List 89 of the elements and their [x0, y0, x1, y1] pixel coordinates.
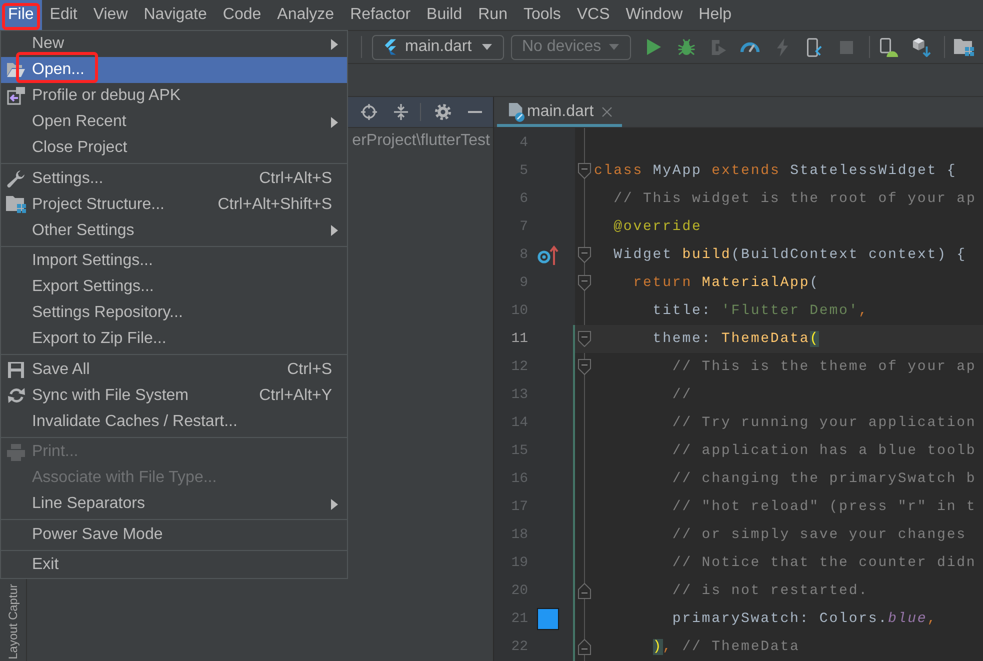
open-folder-icon — [7, 62, 25, 78]
code-line: theme: ThemeData( — [652, 330, 820, 349]
menu-item[interactable]: Save All Ctrl+S — [1, 356, 347, 382]
menu-bar-item[interactable]: File — [0, 0, 42, 30]
menu-item[interactable]: Profile or debug APK — [1, 83, 347, 109]
fold-marker-icon[interactable] — [578, 163, 591, 179]
code-line: title: 'Flutter Demo', — [652, 302, 868, 321]
code-line: // is not restarted. — [672, 582, 868, 601]
code-line: // This widget is the root of your ap — [614, 190, 976, 209]
wrench-icon — [7, 170, 25, 188]
menu-bar-item[interactable]: Help — [690, 0, 740, 30]
code-line: class MyApp extends StatelessWidget { — [594, 162, 957, 181]
menu-bar-item[interactable]: VCS — [568, 0, 618, 30]
menu-item[interactable]: Power Save Mode — [1, 522, 347, 548]
menu-bar-item[interactable]: Navigate — [136, 0, 215, 30]
document-badge-icon — [508, 102, 525, 122]
menu-item[interactable]: Export Settings... — [1, 274, 347, 300]
printer-icon — [7, 444, 25, 460]
project-path: erProject\flutterTest — [352, 132, 490, 150]
shortcut-label: Ctrl+Alt+Shift+S — [218, 196, 332, 214]
code-editor[interactable] — [494, 128, 983, 661]
menu-item[interactable]: Open Recent — [1, 109, 347, 135]
shortcut-label: Ctrl+S — [287, 360, 332, 378]
code-line: primarySwatch: Colors.blue, — [672, 610, 938, 629]
crosshair-icon[interactable] — [361, 104, 377, 120]
menu-item[interactable]: Line Separators — [1, 491, 347, 517]
menu-item[interactable]: Other Settings — [1, 218, 347, 244]
code-line: // Notice that the counter didn — [672, 554, 976, 573]
folder-grid-icon[interactable] — [954, 38, 974, 56]
gauge-icon[interactable] — [740, 42, 760, 52]
menu-item[interactable]: Open... — [1, 57, 347, 83]
menu-bar-item[interactable]: Edit — [42, 0, 86, 30]
fold-marker-icon[interactable] — [578, 275, 591, 291]
menu-bar-item[interactable]: Code — [214, 0, 270, 30]
menu-bar-item[interactable]: View — [85, 0, 136, 30]
menu-item[interactable]: New — [1, 31, 347, 57]
menu-item[interactable]: Settings Repository... — [1, 300, 347, 326]
caret-icon — [609, 44, 619, 50]
code-line: @override — [614, 218, 702, 237]
code-line: // "hot reload" (press "r" in t — [672, 498, 976, 517]
code-line: ), // ThemeData — [652, 638, 800, 657]
code-line: // Try running your application — [672, 414, 976, 433]
play-icon[interactable] — [647, 39, 661, 55]
fold-marker-icon[interactable] — [578, 639, 591, 655]
menu-item[interactable]: Project Structure... Ctrl+Alt+Shift+S — [1, 192, 347, 218]
menu-bar-item[interactable]: Analyze — [269, 0, 342, 30]
collapse-arrows-icon[interactable] — [394, 104, 408, 120]
shortcut-label: Ctrl+Alt+S — [259, 170, 332, 188]
menu-bar-item[interactable]: Run — [470, 0, 516, 30]
code-line: return MaterialApp( — [633, 274, 820, 293]
line-number: 11 — [510, 331, 529, 347]
phone-chevron-icon[interactable] — [806, 38, 822, 56]
menu-bar-item[interactable]: Tools — [515, 0, 569, 30]
shortcut-label: Ctrl+Alt+Y — [259, 386, 332, 404]
menu-bar-item[interactable]: Build — [418, 0, 470, 30]
code-line: Widget build(BuildContext context) { — [614, 246, 966, 265]
fold-marker-icon[interactable] — [578, 331, 591, 347]
tool-window-tab[interactable]: Layout Captur — [6, 582, 20, 660]
fold-marker-icon[interactable] — [578, 359, 591, 375]
menu-item[interactable]: Sync with File System Ctrl+Alt+Y — [1, 382, 347, 408]
folder-grid-icon — [6, 196, 26, 213]
code-line: // or simply save your changes — [672, 526, 966, 545]
menu-item[interactable]: Settings... Ctrl+Alt+S — [1, 166, 347, 192]
menu-item[interactable]: Close Project — [1, 135, 347, 161]
menu-bar-item[interactable]: Window — [618, 0, 691, 30]
window-arrow-icon — [7, 87, 25, 105]
close-icon[interactable] — [602, 107, 612, 117]
circle-up-arrow-icon[interactable] — [537, 245, 559, 265]
run-config-dropdown[interactable]: main.dart — [372, 34, 504, 60]
code-line: // application has a blue toolb — [672, 442, 976, 461]
chevron-logo-icon — [384, 39, 396, 55]
fold-marker-icon[interactable] — [578, 583, 591, 599]
menu-item[interactable]: Export to Zip File... — [1, 326, 347, 352]
refresh-icon — [8, 387, 24, 404]
menu-bar-item[interactable]: Refactor — [342, 0, 419, 30]
code-line: // This is the theme of your ap — [672, 358, 976, 377]
fold-marker-icon[interactable] — [578, 247, 591, 263]
color-swatch-icon[interactable] — [537, 608, 559, 630]
gear-icon[interactable] — [435, 104, 451, 120]
editor-tab[interactable]: main.dart — [497, 97, 622, 127]
menu-item[interactable]: Exit — [1, 552, 347, 578]
menu-item[interactable]: Import Settings... — [1, 248, 347, 274]
bug-icon[interactable] — [678, 38, 694, 56]
menu-item[interactable]: Invalidate Caches / Restart... — [1, 408, 347, 434]
phone-android-icon[interactable] — [880, 38, 898, 56]
package-download-icon[interactable] — [912, 38, 930, 56]
code-line: // changing the primarySwatch b — [672, 470, 976, 489]
caret-icon — [482, 44, 492, 50]
code-line: // — [672, 386, 692, 405]
